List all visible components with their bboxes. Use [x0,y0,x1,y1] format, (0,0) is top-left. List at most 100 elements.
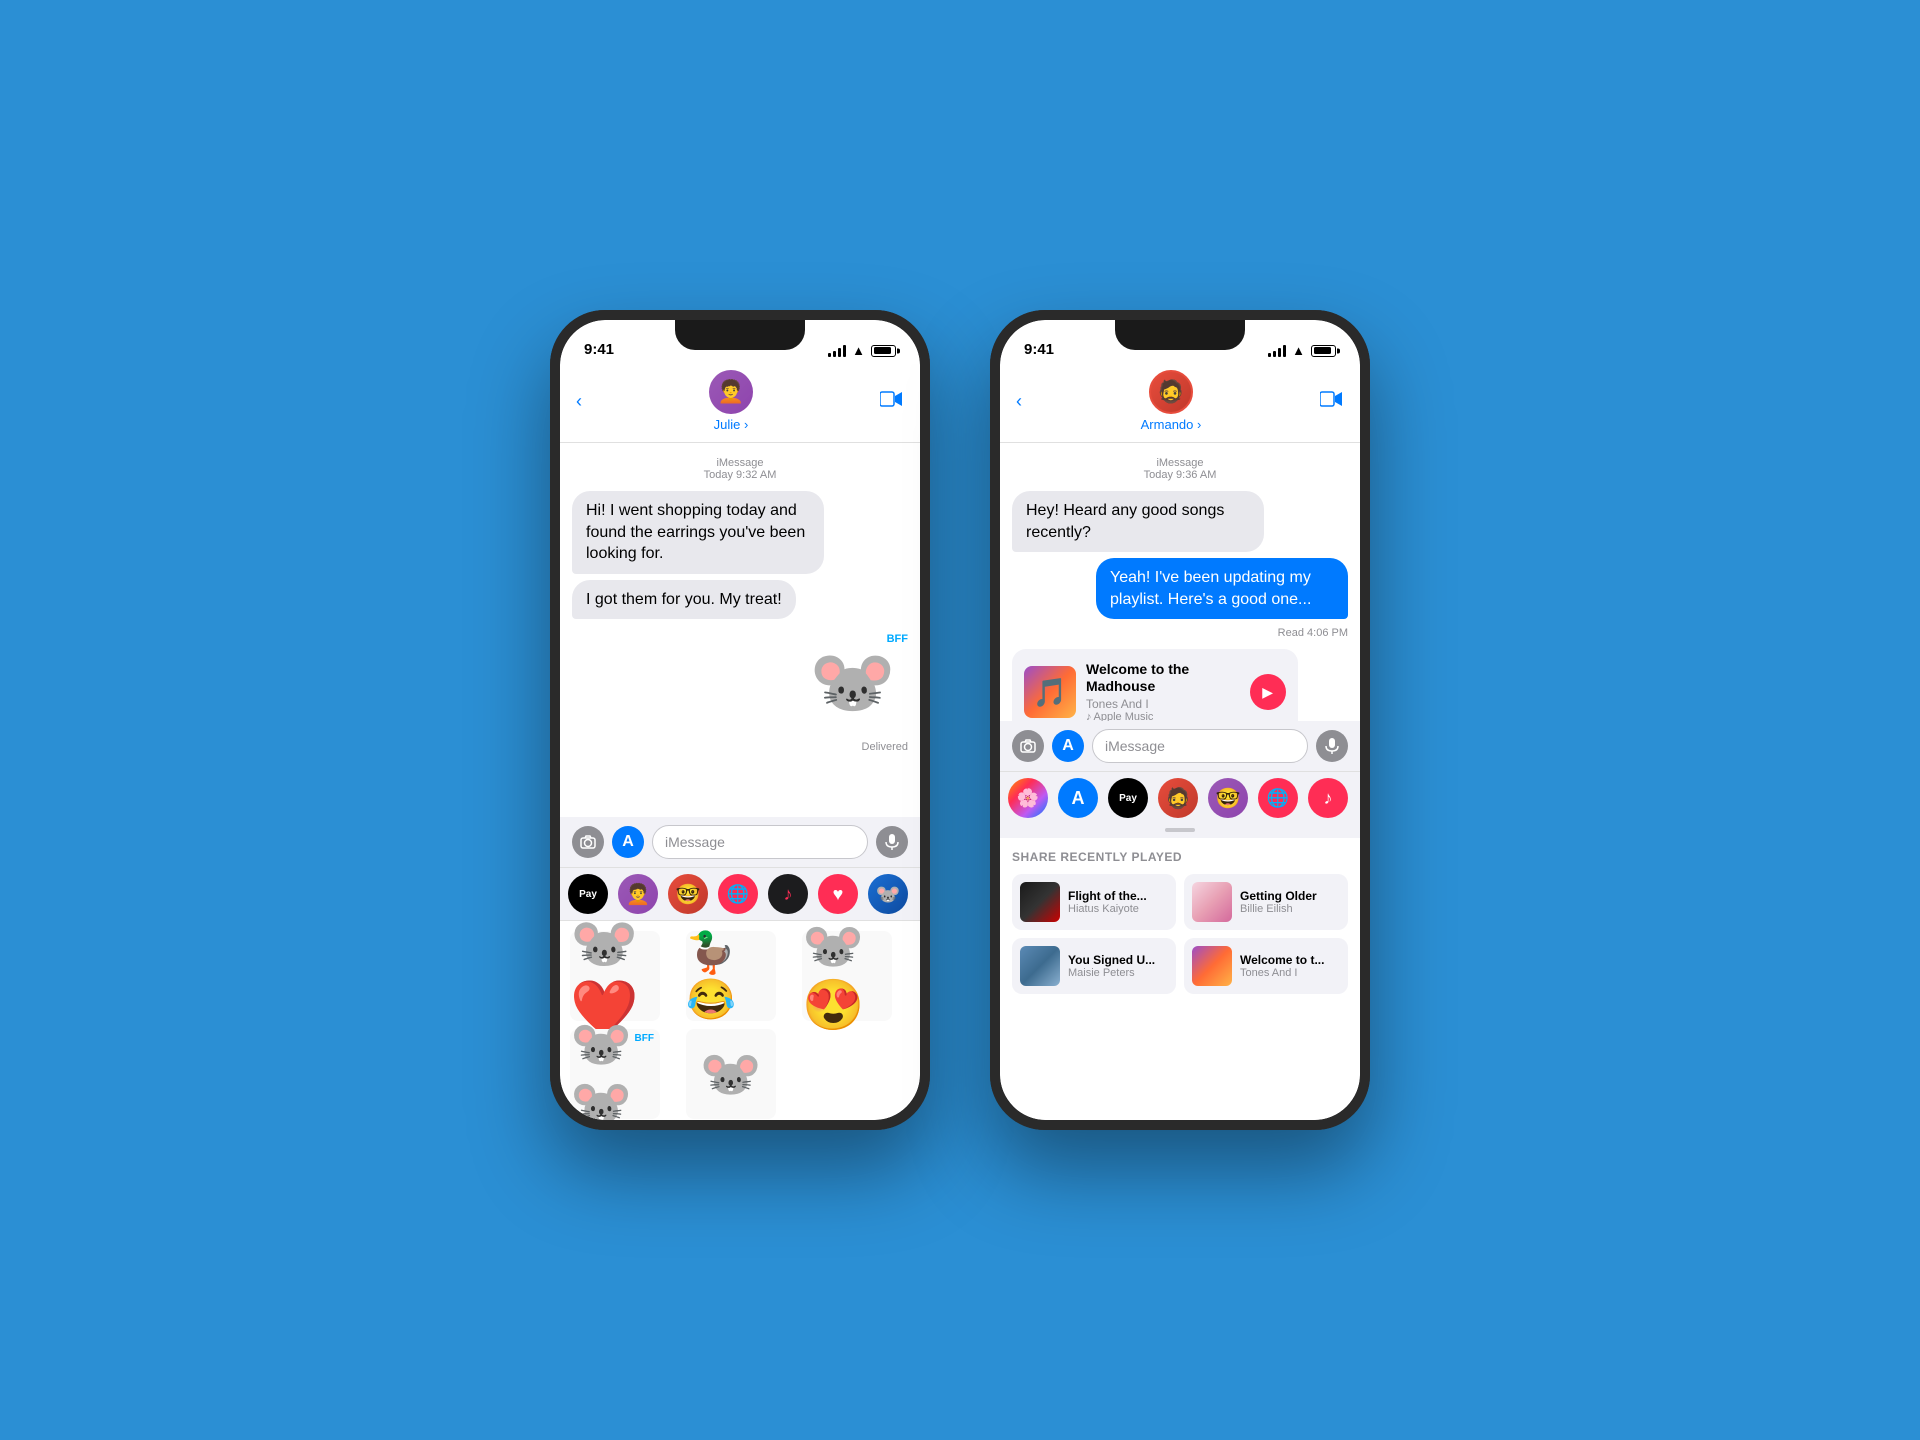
photos-icon[interactable]: 🌸 [1008,778,1048,818]
music-source: ♪ Apple Music [1086,711,1240,721]
nav-header-left: ‹ 🧑‍🦱 Julie › [560,364,920,443]
music-info: Welcome to the Madhouse Tones And I ♪ Ap… [1086,661,1240,721]
music-icon-left[interactable]: ♪ [768,874,808,914]
avatar3-icon[interactable]: 🧔 [1158,778,1198,818]
signal-icon-right [1268,345,1286,357]
contact-name-right: Armando › [1141,417,1202,432]
phones-container: 9:41 ▲ ‹ [550,310,1370,1130]
song-thumb-1 [1020,882,1060,922]
song-artist-1: Hiatus Kaiyote [1068,903,1147,915]
sticker-4[interactable]: 🐭🐭 BFF [570,1029,660,1119]
status-time-right: 9:41 [1024,341,1054,358]
song-thumb-4 [1192,946,1232,986]
song-item-3[interactable]: You Signed U... Maisie Peters [1012,938,1176,994]
phone-screen-left: 9:41 ▲ ‹ [560,320,920,1120]
apps-button-right[interactable]: A [1052,730,1084,762]
messages-area-right: iMessageToday 9:36 AM Hey! Heard any goo… [1000,443,1360,721]
timestamp-right: iMessageToday 9:36 AM [1012,457,1348,481]
imessage-input-right[interactable]: iMessage [1092,729,1308,763]
sticker-grid: 🐭❤️ 🦆😂 🐭😍 🐭🐭 BFF 🐭 [570,931,910,1119]
song-item-4[interactable]: Welcome to t... Tones And I [1184,938,1348,994]
contact-info-right[interactable]: 🧔 Armando › [1141,370,1202,432]
avatar4-icon[interactable]: 🤓 [1208,778,1248,818]
battery-icon-right [1311,345,1336,357]
app-store-icon[interactable]: A [1058,778,1098,818]
apps-icon-right: A [1062,737,1074,755]
signal-icon [828,345,846,357]
avatar2-icon[interactable]: 🤓 [668,874,708,914]
message-bubble-r1: Hey! Heard any good songs recently? [1012,491,1264,552]
input-placeholder-right: iMessage [1105,738,1165,754]
play-button[interactable]: ▶ [1250,674,1286,710]
sticker-panel-left: 🐭❤️ 🦆😂 🐭😍 🐭🐭 BFF 🐭 [560,920,920,1120]
camera-button-right[interactable] [1012,730,1044,762]
apps-button-left[interactable]: A [612,826,644,858]
share-recently-played: SHARE RECENTLY PLAYED Flight of the... H… [1000,838,1360,1120]
status-icons-left: ▲ [828,343,896,358]
sticker-3[interactable]: 🐭😍 [802,931,892,1021]
mickey-icon[interactable]: 🐭 [868,874,908,914]
camera-button-left[interactable] [572,826,604,858]
apple-music-logo: ♪ [1086,711,1092,721]
timestamp-left: iMessageToday 9:32 AM [572,457,908,481]
song-item-2[interactable]: Getting Older Billie Eilish [1184,874,1348,930]
globe-icon-right[interactable]: 🌐 [1258,778,1298,818]
song-artist-2: Billie Eilish [1240,903,1317,915]
music-icon-right[interactable]: ♪ [1308,778,1348,818]
read-receipt-right: Read 4:06 PM [1012,627,1348,639]
notch-left [675,320,805,350]
music-artist: Tones And I [1086,697,1240,711]
song-thumb-3 [1020,946,1060,986]
app-icons-row-left: Pay 🧑‍🦱 🤓 🌐 ♪ ♥ 🐭 [560,867,920,920]
song-title-3: You Signed U... [1068,953,1155,967]
music-card[interactable]: 🎵 Welcome to the Madhouse Tones And I ♪ … [1012,649,1298,721]
input-bar-left: A iMessage [560,817,920,867]
sticker-2[interactable]: 🦆😂 [686,931,776,1021]
back-button-right[interactable]: ‹ [1016,391,1022,412]
phone-left: 9:41 ▲ ‹ [550,310,930,1130]
music-title: Welcome to the Madhouse [1086,661,1240,695]
song-artist-3: Maisie Peters [1068,967,1155,979]
song-title-4: Welcome to t... [1240,953,1324,967]
video-call-button-left[interactable] [880,388,904,414]
messages-area-left: iMessageToday 9:32 AM Hi! I went shoppin… [560,443,920,817]
sticker-image: 🐭 [809,642,896,724]
imessage-input-left[interactable]: iMessage [652,825,868,859]
song-title-2: Getting Older [1240,889,1317,903]
share-section-title: SHARE RECENTLY PLAYED [1012,850,1348,864]
audio-button-right[interactable] [1316,730,1348,762]
sticker-container: 🐭 BFF [798,633,908,733]
sticker-1[interactable]: 🐭❤️ [570,931,660,1021]
phone-screen-right: 9:41 ▲ ‹ [1000,320,1360,1120]
sticker-5[interactable]: 🐭 [686,1029,776,1119]
song-item-1[interactable]: Flight of the... Hiatus Kaiyote [1012,874,1176,930]
music-thumbnail: 🎵 [1024,666,1076,718]
audio-button-left[interactable] [876,826,908,858]
app-icons-row-right: 🌸 A Pay 🧔 🤓 🌐 ♪ [1000,771,1360,824]
song-thumb-2 [1192,882,1232,922]
avatar-julie: 🧑‍🦱 [709,370,753,414]
status-time-left: 9:41 [584,341,614,358]
song-grid: Flight of the... Hiatus Kaiyote Getting … [1012,874,1348,994]
back-button-left[interactable]: ‹ [576,391,582,412]
input-placeholder-left: iMessage [665,834,725,850]
song-title-1: Flight of the... [1068,889,1147,903]
globe-icon-left[interactable]: 🌐 [718,874,758,914]
contact-info-left[interactable]: 🧑‍🦱 Julie › [709,370,753,432]
apps-icon: A [622,833,634,851]
avatar1-icon[interactable]: 🧑‍🦱 [618,874,658,914]
avatar-armando: 🧔 [1149,370,1193,414]
message-bubble-1: Hi! I went shopping today and found the … [572,491,824,574]
heart-icon[interactable]: ♥ [818,874,858,914]
message-bubble-r2: Yeah! I've been updating my playlist. He… [1096,558,1348,619]
video-call-button-right[interactable] [1320,388,1344,414]
apple-pay-icon-right[interactable]: Pay [1108,778,1148,818]
phone-right: 9:41 ▲ ‹ [990,310,1370,1130]
apple-pay-icon[interactable]: Pay [568,874,608,914]
wifi-icon-right: ▲ [1292,343,1305,358]
battery-icon [871,345,896,357]
delivered-label-left: Delivered [572,741,908,753]
contact-name-left: Julie › [714,417,749,432]
message-bubble-2: I got them for you. My treat! [572,580,796,620]
notch-right [1115,320,1245,350]
